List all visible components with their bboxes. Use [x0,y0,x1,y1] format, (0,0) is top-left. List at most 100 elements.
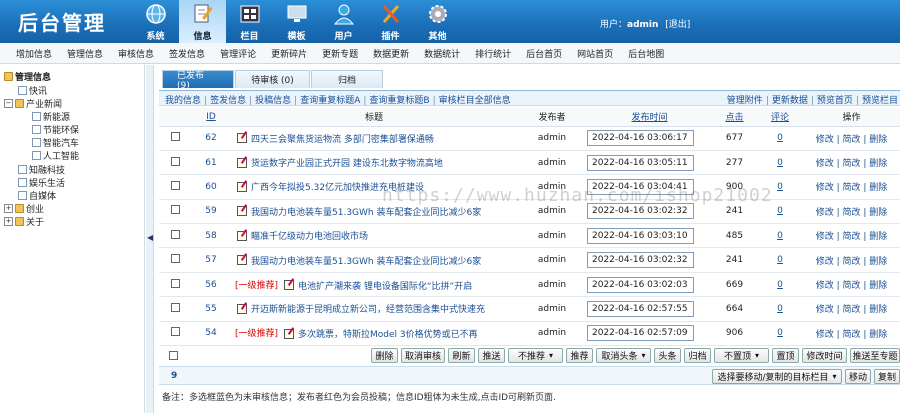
sidebar-collapse-bar[interactable]: ◀ [146,65,154,413]
row-time-input[interactable]: 2022-04-16 03:03:10 [587,227,694,244]
cancel-review-button[interactable]: 取消审核 [401,348,445,363]
row-id[interactable]: 62 [191,126,231,151]
row-id[interactable]: 61 [191,150,231,176]
recommend-button[interactable]: 推荐 [566,348,593,363]
tree-item-ai[interactable]: 人工智能 [32,149,79,162]
tree-item-entertainment[interactable]: 娱乐生活 [18,176,65,189]
link-preview-home[interactable]: 预览首页 [817,96,853,106]
row-edit-link[interactable]: 修改 [816,159,834,169]
row-comments[interactable]: 0 [757,223,803,249]
tab-pending[interactable]: 待审核 (0) [235,70,310,88]
tab-published[interactable]: 已发布 (9) [162,70,234,91]
row-checkbox[interactable] [170,327,180,337]
row-edit-link[interactable]: 修改 [816,183,834,193]
row-comments[interactable]: 0 [757,199,803,225]
row-edit-link[interactable]: 修改 [816,281,834,291]
subnav-review-info[interactable]: 审核信息 [118,47,154,60]
subnav-admin-map[interactable]: 后台地图 [628,47,664,60]
row-delete-link[interactable]: 删除 [869,281,887,291]
row-checkbox[interactable] [170,254,180,264]
link-duplicate-b[interactable]: 查询重复标题B [369,96,429,106]
row-time-input[interactable]: 2022-04-16 03:02:32 [587,252,694,269]
row-id[interactable]: 58 [191,223,231,249]
modify-time-button[interactable]: 修改时间 [802,348,847,363]
row-id[interactable]: 55 [191,296,231,322]
row-simple-edit-link[interactable]: 简改 [842,135,860,145]
row-edit-link[interactable]: 修改 [816,330,834,340]
tree-item-energy-saving[interactable]: 节能环保 [32,123,79,136]
row-id[interactable]: 59 [191,199,231,225]
row-time-input[interactable]: 2022-04-16 03:04:41 [587,178,694,195]
row-time-input[interactable]: 2022-04-16 02:57:55 [587,300,694,317]
row-comments[interactable]: 0 [757,272,803,298]
row-delete-link[interactable]: 删除 [869,135,887,145]
row-title-link[interactable]: 四天三会聚焦货运物流 多部门密集部署保通畅 [251,135,434,145]
target-column-select[interactable]: 选择要移动/复制的目标栏目 [712,369,842,384]
row-checkbox[interactable] [170,205,180,215]
subnav-rank-stats[interactable]: 排行统计 [475,47,511,60]
row-simple-edit-link[interactable]: 简改 [842,183,860,193]
row-delete-link[interactable]: 删除 [869,330,887,340]
row-simple-edit-link[interactable]: 简改 [842,330,860,340]
row-comments[interactable]: 0 [757,296,803,322]
select-all-checkbox[interactable] [169,351,178,360]
unpin-select[interactable]: 不置顶 [714,348,769,363]
headline-button[interactable]: 头条 [654,348,681,363]
header-comments[interactable]: 评论 [757,108,803,127]
archive-button[interactable]: 归档 [684,348,711,363]
row-checkbox[interactable] [170,180,180,190]
topnav-other[interactable]: 其他 [414,0,461,43]
row-checkbox[interactable] [170,302,180,312]
row-title-link[interactable]: 广西今年拟投5.32亿元加快推进充电桩建设 [251,183,424,193]
row-edit-link[interactable]: 修改 [816,208,834,218]
subnav-add-info[interactable]: 增加信息 [16,47,52,60]
subnav-admin-home[interactable]: 后台首页 [526,47,562,60]
tree-item-startup[interactable]: + 创业 [4,202,44,215]
link-update-data[interactable]: 更新数据 [772,96,808,106]
collapse-toggle-icon[interactable]: − [4,98,13,108]
row-comments[interactable]: 0 [757,247,803,273]
row-simple-edit-link[interactable]: 简改 [842,305,860,315]
row-simple-edit-link[interactable]: 简改 [842,159,860,169]
topnav-column[interactable]: 栏目 [226,0,273,43]
topnav-info[interactable]: 信息 [179,0,226,43]
tree-item-smart-car[interactable]: 智能汽车 [32,136,79,149]
tree-item-new-energy[interactable]: 新能源 [32,110,70,123]
subnav-sign-info[interactable]: 签发信息 [169,47,205,60]
header-clicks[interactable]: 点击 [712,108,757,127]
header-id[interactable]: ID [191,108,231,127]
link-submitted-info[interactable]: 投稿信息 [255,96,291,106]
row-comments[interactable]: 0 [757,174,803,200]
row-time-input[interactable]: 2022-04-16 02:57:09 [587,325,694,342]
unrecommend-select[interactable]: 不推荐 [508,348,563,363]
tree-item-self-media[interactable]: 自媒体 [18,189,56,202]
row-title-link[interactable]: 货运数字产业园正式开园 建设东北数字物流高地 [251,159,443,169]
cancel-headline-select[interactable]: 取消头条 [596,348,651,363]
header-time[interactable]: 发布时间 [587,108,712,127]
expand-toggle-icon[interactable]: + [4,203,13,213]
copy-button[interactable]: 复制 [874,369,900,384]
row-checkbox[interactable] [170,278,180,288]
move-button[interactable]: 移动 [845,369,871,384]
link-review-all[interactable]: 审核栏目全部信息 [439,96,511,106]
push-topic-button[interactable]: 推送至专题 [850,348,900,363]
topnav-user[interactable]: 用户 [320,0,367,43]
tree-item-fintech[interactable]: 知融科技 [18,163,65,176]
expand-toggle-icon[interactable]: + [4,216,13,226]
topnav-system[interactable]: 系统 [132,0,179,43]
topnav-template[interactable]: 模板 [273,0,320,43]
row-delete-link[interactable]: 删除 [869,305,887,315]
row-comments[interactable]: 0 [757,150,803,176]
link-duplicate-a[interactable]: 查询重复标题A [300,96,360,106]
row-edit-link[interactable]: 修改 [816,257,834,267]
link-manage-attachments[interactable]: 管理附件 [727,96,763,106]
row-delete-link[interactable]: 删除 [869,232,887,242]
row-checkbox[interactable] [170,156,180,166]
row-time-input[interactable]: 2022-04-16 03:02:03 [587,276,694,293]
row-id[interactable]: 57 [191,247,231,273]
row-title-link[interactable]: 开迈斯新能源于昆明成立新公司，经营范围含集中式快速充 [251,305,485,315]
row-simple-edit-link[interactable]: 简改 [842,257,860,267]
tree-item-flash[interactable]: 快讯 [18,84,47,97]
row-edit-link[interactable]: 修改 [816,135,834,145]
row-time-input[interactable]: 2022-04-16 03:05:11 [587,154,694,171]
